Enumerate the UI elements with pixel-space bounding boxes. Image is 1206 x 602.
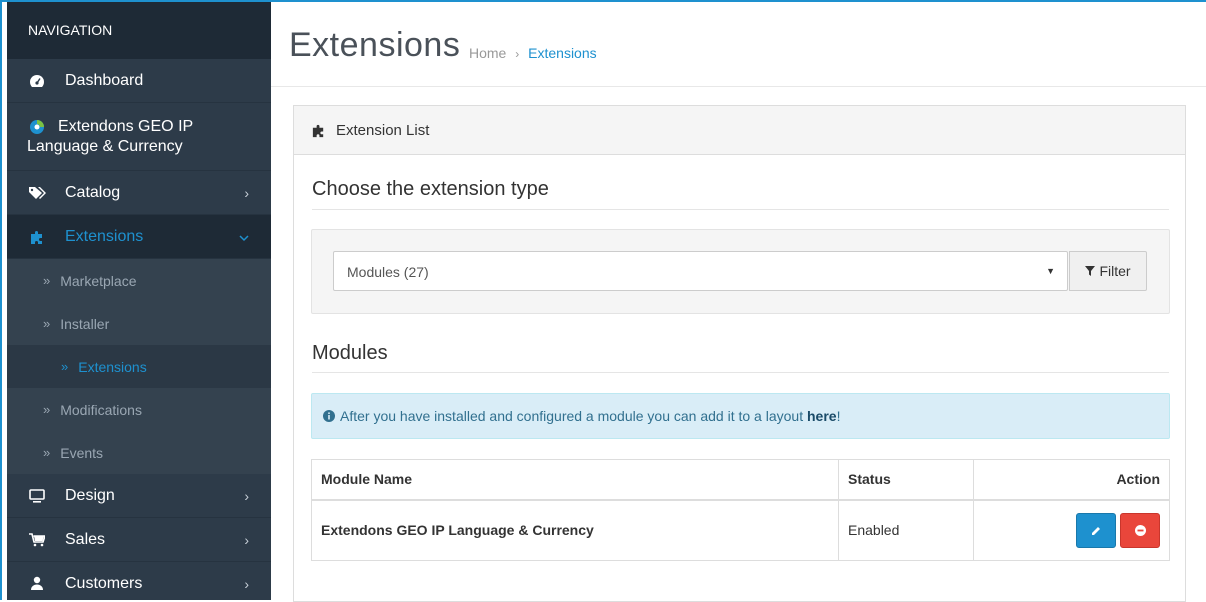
minus-circle-icon xyxy=(1134,524,1146,536)
dashboard-icon xyxy=(27,74,47,88)
breadcrumb-separator: › xyxy=(515,47,520,61)
double-chevron-icon: » xyxy=(43,445,51,460)
sidebar: NAVIGATION Dashboard Extendons GEO IP La… xyxy=(7,2,271,600)
caret-down-icon: ▼ xyxy=(1046,266,1055,276)
choose-type-title: Choose the extension type xyxy=(312,178,549,200)
filter-well: Modules (27) ▼ Filter xyxy=(311,229,1170,314)
pencil-icon xyxy=(1091,526,1100,535)
submenu-item-marketplace[interactable]: » Marketplace xyxy=(7,259,271,302)
sidebar-item-label-line2: Language & Currency xyxy=(27,138,183,155)
submenu-item-label: Marketplace xyxy=(60,272,137,289)
sidebar-item-label: Sales xyxy=(65,530,106,548)
column-header-module-name: Module Name xyxy=(311,459,839,501)
puzzle-icon xyxy=(311,123,326,138)
sidebar-item-dashboard[interactable]: Dashboard xyxy=(7,59,271,103)
submenu-item-installer[interactable]: » Installer xyxy=(7,302,271,345)
submenu-item-events[interactable]: » Events xyxy=(7,431,271,474)
uninstall-button[interactable] xyxy=(1120,512,1160,548)
user-icon xyxy=(27,576,47,591)
double-chevron-icon: » xyxy=(43,402,51,417)
chevron-right-icon: › xyxy=(244,487,249,504)
sidebar-item-extendons-geo-ip[interactable]: Extendons GEO IP Language & Currency xyxy=(7,103,271,171)
submenu-item-label: Events xyxy=(60,444,104,461)
sidebar-item-label: Customers xyxy=(65,574,143,592)
divider xyxy=(312,372,1169,373)
submenu-item-label: Installer xyxy=(60,315,110,332)
sidebar-item-label-line1: Extendons GEO IP xyxy=(58,118,194,135)
filter-button[interactable]: Filter xyxy=(1069,251,1147,291)
panel-title: Extension List xyxy=(336,121,430,139)
edit-button[interactable] xyxy=(1076,512,1116,548)
panel-heading: Extension List xyxy=(294,106,1185,155)
double-chevron-icon: » xyxy=(61,359,69,374)
modules-table: Module Name Status Action Extendons GEO … xyxy=(311,459,1170,561)
sidebar-item-design[interactable]: Design › xyxy=(7,474,271,518)
sidebar-item-label: Design xyxy=(65,486,115,504)
double-chevron-icon: » xyxy=(43,273,51,288)
tag-icon xyxy=(27,186,47,200)
submenu-item-label: Extensions xyxy=(78,358,147,375)
chevron-right-icon: › xyxy=(244,184,249,201)
info-circle-icon xyxy=(323,410,335,422)
submenu-item-label: Modifications xyxy=(60,401,142,418)
column-header-action: Action xyxy=(973,459,1170,501)
alert-here-link[interactable]: here xyxy=(807,408,837,424)
puzzle-icon xyxy=(27,229,47,245)
module-status-cell: Enabled xyxy=(838,499,974,561)
info-alert: After you have installed and configured … xyxy=(311,393,1170,439)
desktop-icon xyxy=(27,488,47,503)
submenu-item-modifications[interactable]: » Modifications xyxy=(7,388,271,431)
double-chevron-icon: » xyxy=(43,316,51,331)
extendons-logo-icon xyxy=(27,119,47,135)
divider xyxy=(312,209,1169,210)
sidebar-item-label: Dashboard xyxy=(65,71,144,89)
module-name-cell: Extendons GEO IP Language & Currency xyxy=(311,499,839,561)
nav-heading: NAVIGATION xyxy=(7,2,271,59)
breadcrumb: Home › Extensions xyxy=(469,45,597,61)
chevron-right-icon: › xyxy=(244,575,249,592)
breadcrumb-extensions[interactable]: Extensions xyxy=(528,45,596,61)
extension-type-select[interactable]: Modules (27) ▼ xyxy=(333,251,1068,291)
submenu-item-extensions[interactable]: » Extensions xyxy=(7,345,271,388)
column-header-status: Status xyxy=(838,459,974,501)
chevron-down-icon xyxy=(239,229,249,245)
extension-list-panel: Extension List Choose the extension type… xyxy=(293,105,1186,602)
sidebar-item-catalog[interactable]: Catalog › xyxy=(7,171,271,215)
extensions-submenu: » Marketplace » Installer » Extensions »… xyxy=(7,259,271,474)
table-header-row: Module Name Status Action xyxy=(311,459,1170,501)
sidebar-item-label: Extensions xyxy=(65,227,144,245)
sidebar-item-customers[interactable]: Customers › xyxy=(7,562,271,600)
page-title: Extensions xyxy=(289,26,461,64)
page-header: Extensions Home › Extensions xyxy=(271,2,1206,87)
module-action-cell xyxy=(973,499,1170,561)
main-content: Extensions Home › Extensions Extension L… xyxy=(271,2,1206,602)
table-row: Extendons GEO IP Language & Currency Ena… xyxy=(311,499,1170,561)
sidebar-item-label: Catalog xyxy=(65,183,121,201)
sidebar-item-sales[interactable]: Sales › xyxy=(7,518,271,562)
sidebar-item-extensions[interactable]: Extensions xyxy=(7,215,271,259)
alert-text: After you have installed and configured … xyxy=(340,408,807,424)
modules-title: Modules xyxy=(312,342,388,364)
filter-label: Filter xyxy=(1099,263,1131,279)
filter-icon xyxy=(1085,266,1096,276)
cart-icon xyxy=(27,532,47,547)
alert-end: ! xyxy=(836,408,841,424)
select-value: Modules (27) xyxy=(347,264,429,280)
chevron-right-icon: › xyxy=(244,531,249,548)
breadcrumb-home[interactable]: Home xyxy=(469,45,506,61)
